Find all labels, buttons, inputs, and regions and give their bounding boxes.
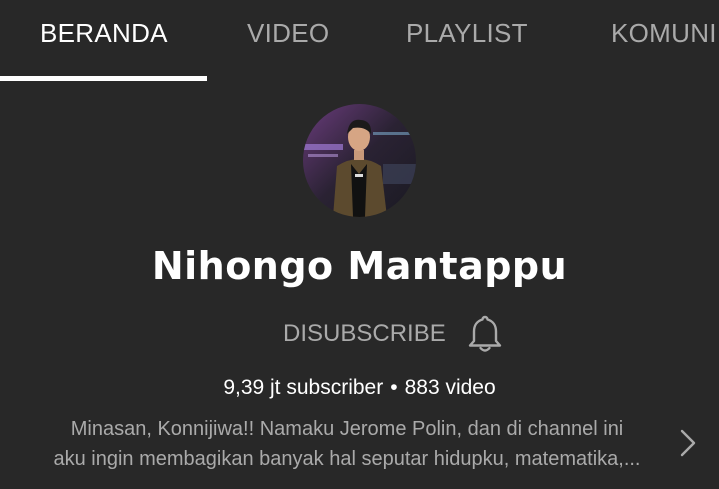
tab-home[interactable]: BERANDA [40, 18, 168, 49]
subscription-actions: DISUBSCRIBE [0, 310, 719, 356]
avatar-image [303, 104, 416, 217]
description-line: Minasan, Konnijiwa!! Namaku Jerome Polin… [70, 418, 624, 440]
channel-avatar[interactable] [303, 104, 416, 217]
stats-separator: • [390, 376, 398, 399]
active-tab-indicator [0, 76, 207, 81]
channel-tabs: BERANDA VIDEO PLAYLIST KOMUNI [0, 0, 719, 82]
tab-community[interactable]: KOMUNI [611, 18, 717, 49]
chevron-right-icon[interactable] [676, 426, 700, 460]
channel-description[interactable]: Minasan, Konnijiwa!! Namaku Jerome Polin… [27, 414, 667, 474]
video-count: 883 video [404, 376, 496, 399]
subscriber-count: 9,39 jt subscriber [223, 376, 384, 399]
unsubscribe-button[interactable]: DISUBSCRIBE [283, 320, 446, 348]
bell-icon[interactable] [466, 314, 504, 354]
description-line: aku ingin membagikan banyak hal seputar … [53, 448, 641, 470]
tab-videos[interactable]: VIDEO [247, 18, 329, 49]
tab-playlists[interactable]: PLAYLIST [406, 18, 528, 49]
channel-stats: 9,39 jt subscriber • 883 video [0, 376, 719, 400]
channel-name: Nihongo Mantappu [151, 244, 568, 288]
